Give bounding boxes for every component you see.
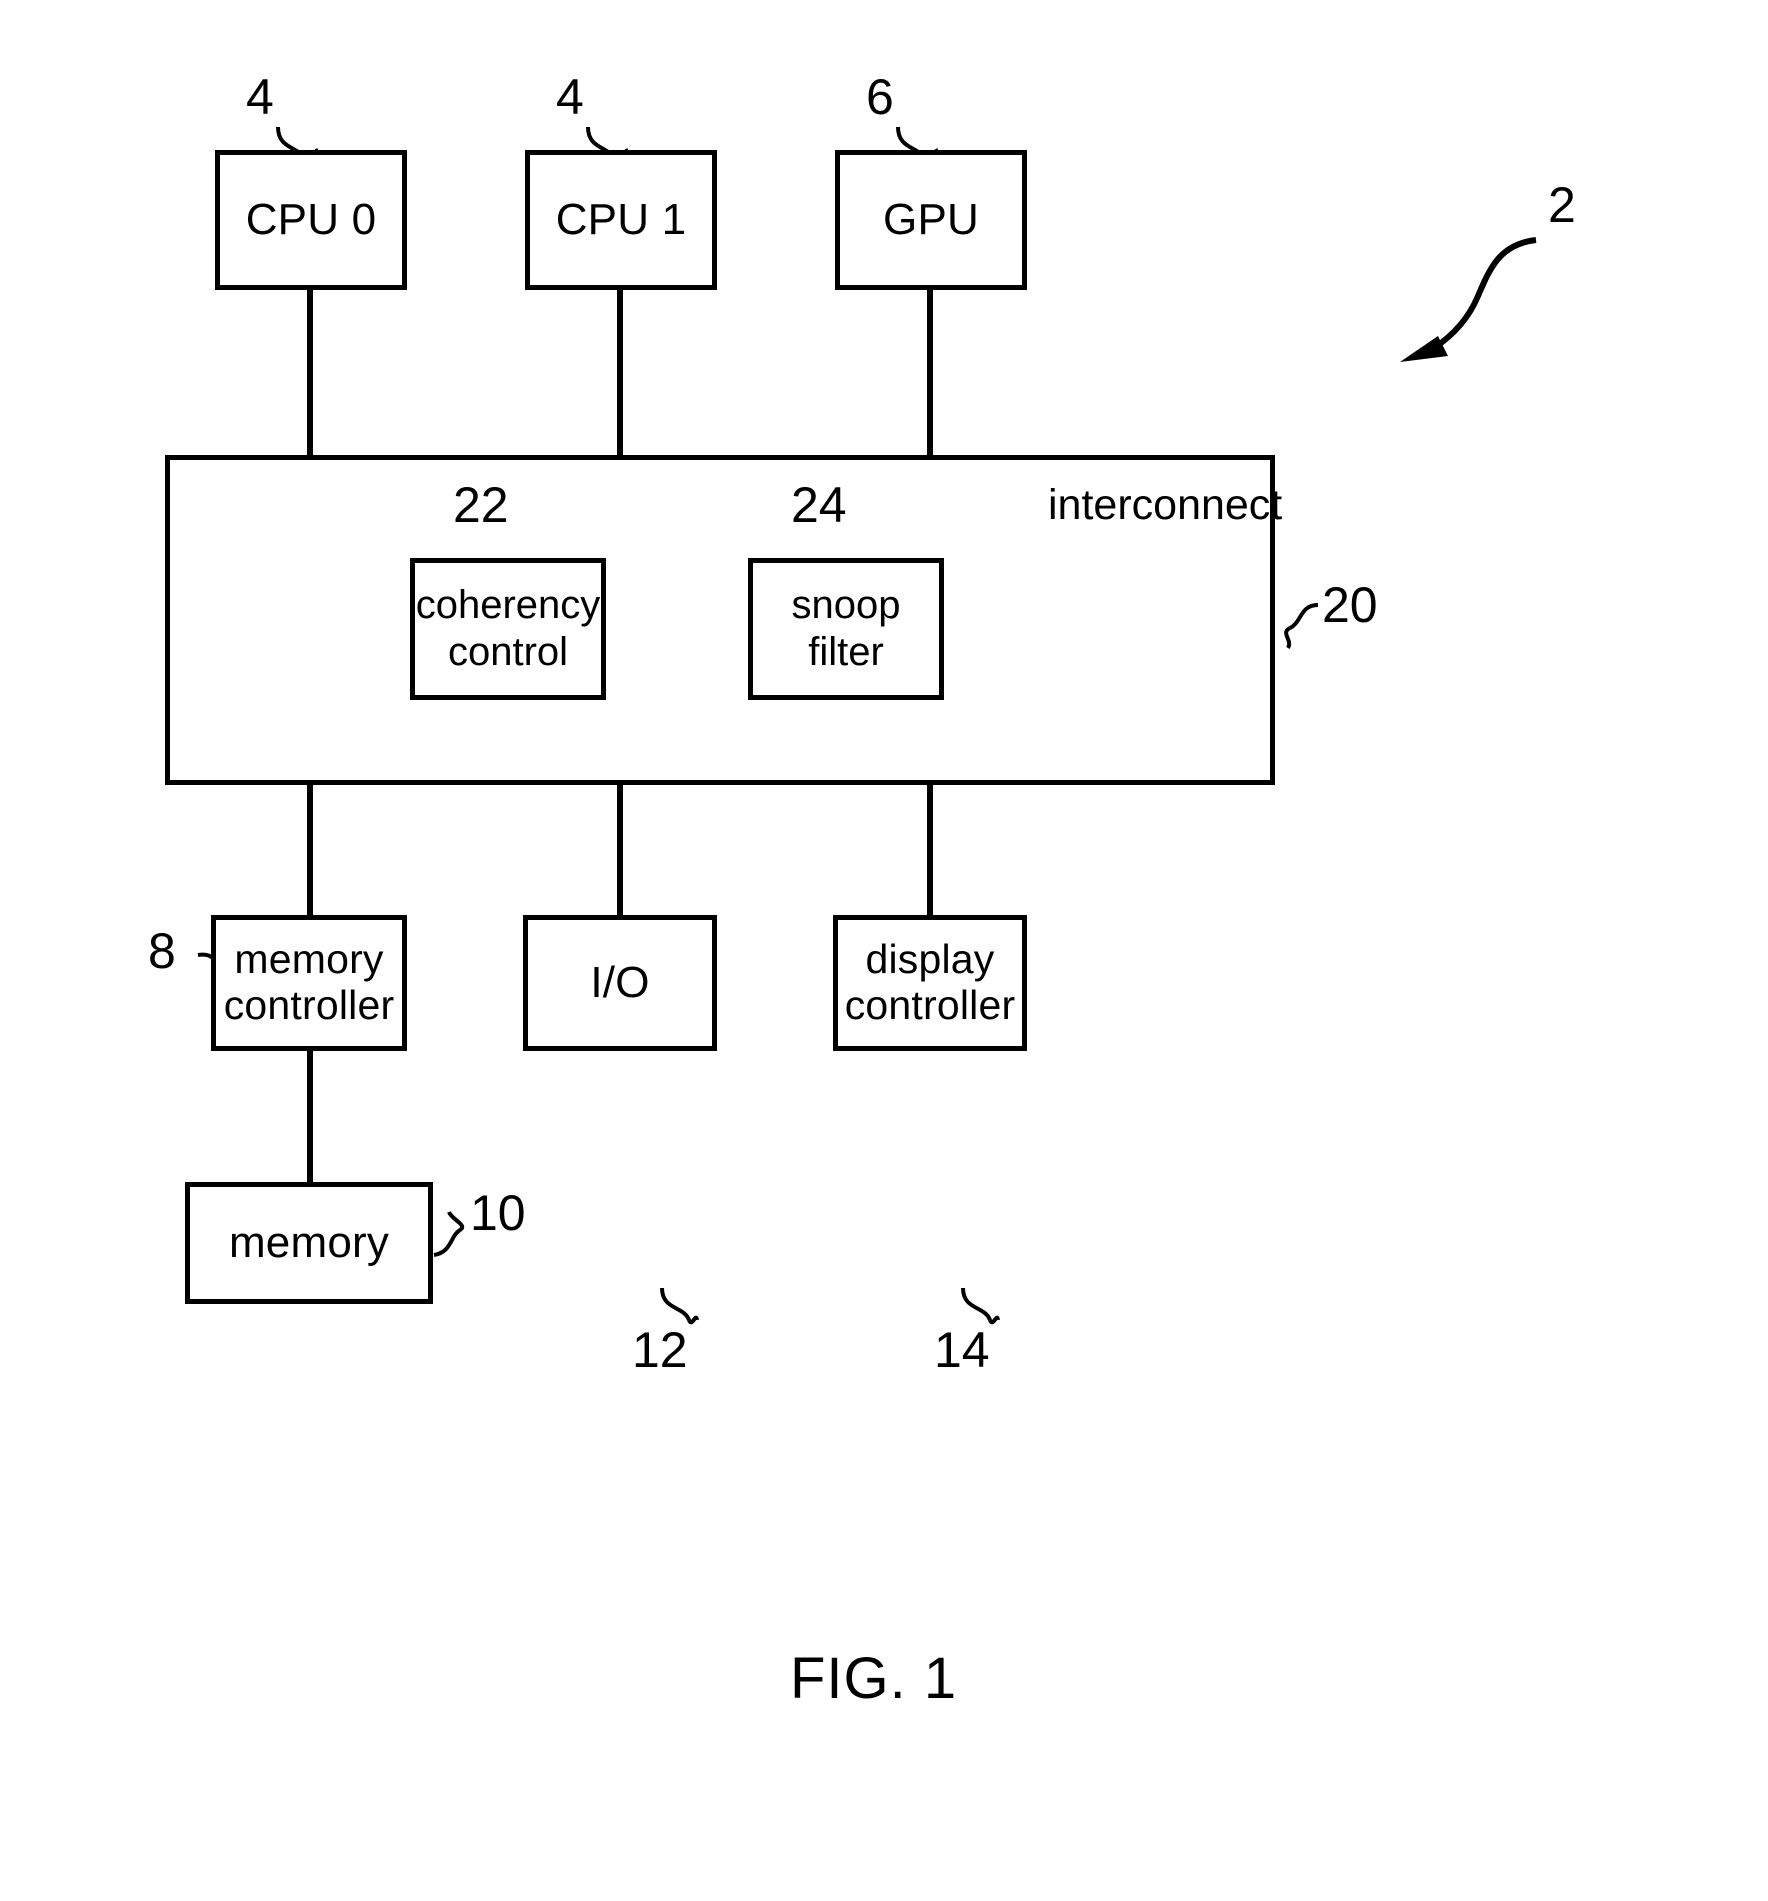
coherency-control-label: coherency control: [415, 582, 601, 674]
ref-num-display-controller: 14: [934, 1322, 990, 1378]
leader-line-ref-12-io: [660, 1287, 691, 1321]
ref-num-interconnect: 20: [1322, 577, 1378, 633]
memory-label: memory: [228, 1218, 390, 1268]
io-box[interactable]: I/O: [523, 915, 717, 1051]
coherency-control-box[interactable]: coherency control: [410, 558, 606, 700]
leader-line-ref-20-interconnect: [1288, 603, 1319, 630]
gpu-label: GPU: [883, 195, 979, 245]
leader-line-ref-10-memory: [433, 1228, 462, 1257]
ref-num-memory: 10: [470, 1185, 526, 1241]
leader-line-ref-14-display-controller: [961, 1287, 992, 1321]
ref-num-memory-controller: 8: [148, 923, 176, 979]
ref-num-coherency-control: 22: [453, 477, 509, 533]
cpu0-box[interactable]: CPU 0: [215, 150, 407, 290]
memory-controller-label: memory controller: [223, 936, 395, 1028]
patent-figure: CPU 0 4 CPU 1 4 GPU 6 2 interconnect 20 …: [0, 0, 1768, 1901]
io-label: I/O: [590, 958, 650, 1008]
gpu-box[interactable]: GPU: [835, 150, 1027, 290]
cpu0-label: CPU 0: [245, 195, 377, 245]
snoop-filter-label: snoop filter: [791, 582, 901, 674]
memory-box[interactable]: memory: [185, 1182, 433, 1304]
ref-num-system: 2: [1548, 177, 1576, 233]
ref-num-cpu0: 4: [246, 69, 274, 125]
display-controller-label: display controller: [844, 936, 1016, 1028]
figure-caption: FIG. 1: [790, 1646, 958, 1711]
ref-num-io: 12: [632, 1322, 688, 1378]
cpu1-box[interactable]: CPU 1: [525, 150, 717, 290]
leader-line-ref-10-memory-tail: [447, 1211, 465, 1232]
display-controller-box[interactable]: display controller: [833, 915, 1027, 1051]
leader-line-ref-20-interconnect-tail: [1284, 626, 1292, 650]
interconnect-label: interconnect: [1048, 481, 1283, 529]
ref-num-gpu: 6: [866, 69, 894, 125]
leader-line-ref-2-system: [1432, 237, 1537, 351]
ref-num-cpu1: 4: [556, 69, 584, 125]
cpu1-label: CPU 1: [555, 195, 687, 245]
ref-num-snoop-filter: 24: [791, 477, 847, 533]
memory-controller-box[interactable]: memory controller: [211, 915, 407, 1051]
snoop-filter-box[interactable]: snoop filter: [748, 558, 944, 700]
